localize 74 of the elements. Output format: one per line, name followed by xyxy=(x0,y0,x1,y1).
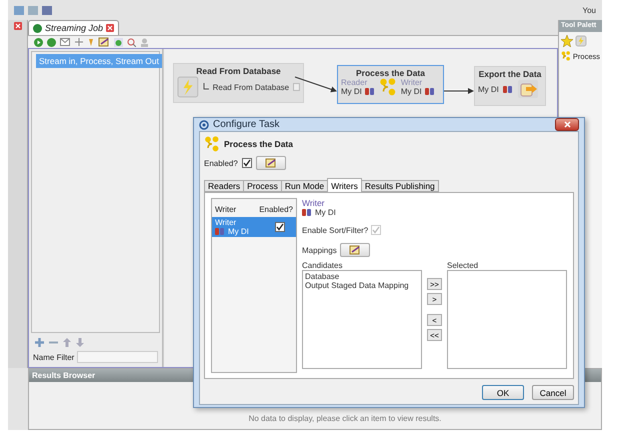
mappings-button[interactable] xyxy=(340,243,370,257)
writer-name: My DI xyxy=(315,208,336,217)
edit-icon xyxy=(348,245,361,255)
connector-arrow xyxy=(444,88,474,94)
mail-icon[interactable] xyxy=(60,38,70,46)
writer-type: Writer xyxy=(302,198,326,208)
enabled-checkbox[interactable] xyxy=(275,222,285,232)
process-icon xyxy=(378,78,397,96)
column-header: Enabled? xyxy=(259,205,293,214)
name-filter-field[interactable] xyxy=(77,351,158,363)
close-icon[interactable] xyxy=(106,24,114,32)
dialog-button[interactable]: OK xyxy=(482,385,524,400)
user-label: You xyxy=(582,6,596,14)
source-label: My DI xyxy=(478,84,499,94)
data-source-icon xyxy=(302,208,312,217)
empty-message: No data to display, please click an item to view results. xyxy=(248,414,442,423)
enabled-checkbox[interactable] xyxy=(242,158,252,168)
edit-button[interactable] xyxy=(256,156,286,170)
dialog-tab[interactable]: Run Mode xyxy=(280,180,328,192)
data-source-icon xyxy=(502,84,513,94)
writer-type: Writer xyxy=(215,218,238,227)
enabled-label: Enabled? xyxy=(204,158,238,168)
lightning-icon xyxy=(177,76,199,98)
settings-icon xyxy=(199,120,209,130)
run-icon[interactable] xyxy=(34,38,43,46)
lightning-icon xyxy=(575,35,587,47)
person-icon[interactable] xyxy=(140,38,149,46)
branch-icon xyxy=(202,83,209,91)
close-icon xyxy=(564,121,570,128)
source-label: Read From Database xyxy=(212,82,290,92)
candidates-label: Candidates xyxy=(302,261,344,270)
selected-list[interactable] xyxy=(447,270,567,369)
star-icon[interactable] xyxy=(561,35,573,47)
task-node[interactable]: Read From Database Read From Database xyxy=(173,63,304,103)
process-icon xyxy=(204,136,220,152)
edit-icon xyxy=(264,158,277,168)
close-icon[interactable] xyxy=(14,22,22,30)
task-heading: Process the Data xyxy=(224,139,293,149)
task-node[interactable]: Process the Data Reader My DI Writer My DI xyxy=(337,65,444,104)
task-node[interactable]: Export the Data My DI xyxy=(474,66,546,106)
writer-label: Writer xyxy=(400,78,424,87)
list-item[interactable]: Database xyxy=(305,272,419,281)
data-source-icon xyxy=(364,87,375,96)
edit-icon xyxy=(98,37,110,47)
mappings-label: Mappings xyxy=(302,246,337,254)
close-button[interactable] xyxy=(555,118,579,131)
writer-name: My DI xyxy=(228,227,249,236)
editor-tab[interactable]: Streaming Job xyxy=(28,20,120,35)
up-arrow-icon[interactable] xyxy=(63,338,71,347)
job-icon xyxy=(33,24,42,32)
selected-label: Selected xyxy=(447,261,480,270)
column-header: Writer xyxy=(215,205,236,214)
document-icon xyxy=(293,83,300,91)
reader-name: My DI xyxy=(341,87,362,96)
dialog-tab[interactable]: Results Publishing xyxy=(360,180,439,192)
list-item[interactable]: Output Staged Data Mapping xyxy=(305,281,419,290)
search-icon[interactable] xyxy=(127,38,136,46)
dialog-tab[interactable]: Readers xyxy=(204,180,244,192)
dialog-tab[interactable]: Process xyxy=(243,180,282,192)
candidates-list[interactable]: Database Output Staged Data Mapping xyxy=(302,270,422,369)
reader-label: Reader xyxy=(341,78,368,87)
sort-filter-label: Enable Sort/Filter? xyxy=(302,226,368,234)
down-arrow-icon[interactable] xyxy=(76,338,84,347)
dialog-tab[interactable]: Writers xyxy=(327,178,362,192)
add-icon[interactable] xyxy=(35,338,44,347)
writer-name: My DI xyxy=(400,87,422,96)
export-icon xyxy=(516,79,539,99)
connector-arrow xyxy=(294,76,337,92)
data-source-icon xyxy=(424,87,435,96)
data-source-icon xyxy=(215,227,225,236)
dialog-title: Configure Task xyxy=(213,119,280,130)
name-filter-label: Name Filter xyxy=(33,352,74,362)
process-icon xyxy=(561,51,571,61)
dialog-button[interactable]: Cancel xyxy=(532,385,574,400)
